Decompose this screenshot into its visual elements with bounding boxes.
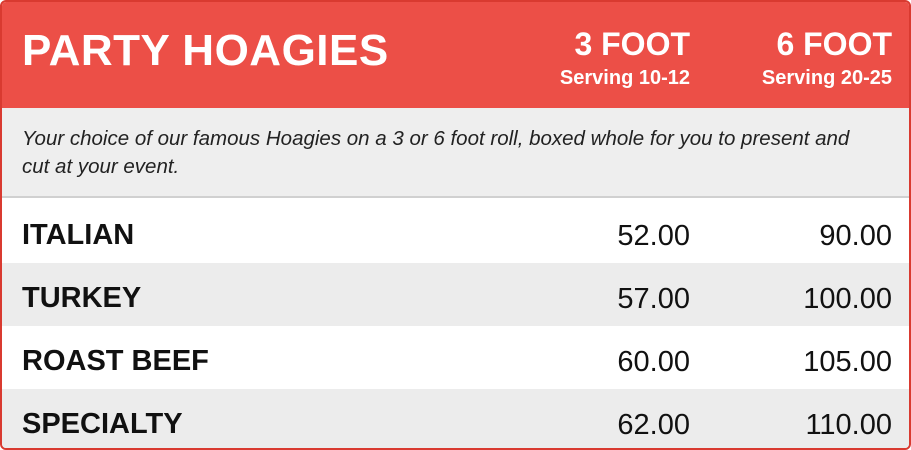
column-header-6-foot: 6 FOOT Serving 20-25: [762, 26, 892, 91]
column-header-3-foot: 3 FOOT Serving 10-12: [560, 26, 690, 91]
price-3-foot: 57.00: [617, 283, 690, 315]
price-6-foot: 100.00: [803, 283, 892, 315]
price-3-foot: 60.00: [617, 346, 690, 378]
column-serving-label: Serving 10-12: [559, 67, 690, 89]
price-6-foot: 110.00: [805, 409, 892, 441]
menu-title: PARTY HOAGIES: [22, 26, 389, 75]
price-list: ITALIAN 52.00 90.00 TURKEY 57.00 100.00 …: [2, 200, 909, 448]
price-row: SPECIALTY 62.00 110.00: [2, 389, 909, 448]
column-size-label: 3 FOOT: [574, 26, 690, 62]
price-row: TURKEY 57.00 100.00: [2, 263, 909, 326]
item-name: ITALIAN: [22, 219, 135, 251]
menu-description-band: Your choice of our famous Hoagies on a 3…: [2, 108, 909, 198]
menu-header: PARTY HOAGIES 3 FOOT Serving 10-12 6 FOO…: [2, 2, 909, 108]
price-6-foot: 105.00: [803, 346, 892, 378]
item-name: ROAST BEEF: [22, 345, 209, 377]
column-serving-label: Serving 20-25: [761, 67, 892, 89]
price-row: ROAST BEEF 60.00 105.00: [2, 326, 909, 389]
menu-description: Your choice of our famous Hoagies on a 3…: [22, 127, 850, 178]
column-size-label: 6 FOOT: [776, 26, 892, 62]
price-6-foot: 90.00: [819, 220, 892, 252]
menu-card: PARTY HOAGIES 3 FOOT Serving 10-12 6 FOO…: [0, 0, 911, 450]
price-3-foot: 62.00: [617, 409, 690, 441]
price-3-foot: 52.00: [617, 220, 690, 252]
price-row: ITALIAN 52.00 90.00: [2, 200, 909, 263]
item-name: TURKEY: [22, 282, 142, 314]
item-name: SPECIALTY: [22, 408, 183, 440]
